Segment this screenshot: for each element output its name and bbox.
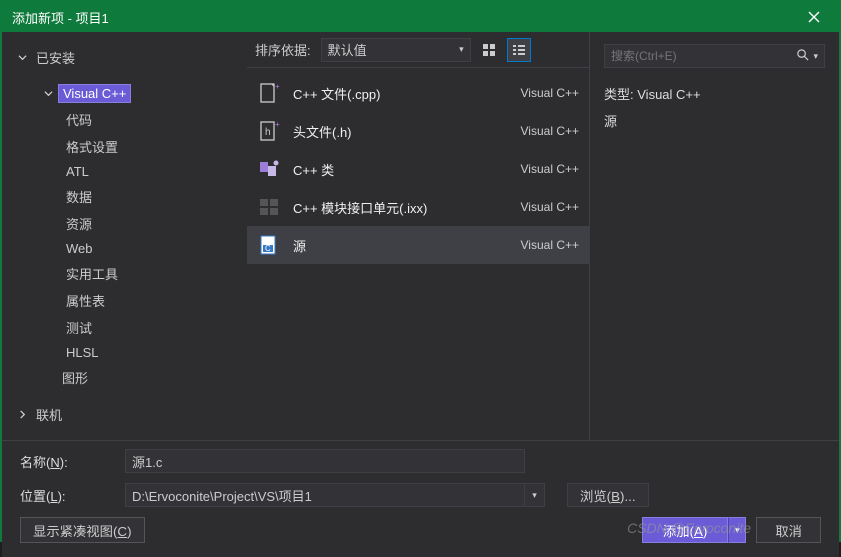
chevron-down-icon: ▾	[813, 51, 818, 62]
tree-item-2[interactable]: ATL	[14, 160, 247, 183]
tree-online[interactable]: 联机	[14, 401, 247, 428]
tree-item-3[interactable]: 数据	[14, 183, 247, 210]
sort-dropdown[interactable]: 默认值 ▾	[321, 38, 471, 62]
toolbar: 排序依据: 默认值 ▾	[247, 32, 589, 68]
bottom-form: 名称(N): 位置(L): ▾ 浏览(B)... 显示紧凑视图(C) 添加(A)…	[2, 440, 839, 557]
tree-item-5[interactable]: Web	[14, 237, 247, 260]
dialog-content: 已安装 Visual C++ 代码格式设置 ATL 数据资源 Web 实用工具属性表测试…	[2, 32, 839, 557]
template-lang: Visual C++	[499, 86, 579, 100]
chevron-down-icon: ▾	[532, 490, 537, 501]
detail-desc: 源	[604, 111, 825, 130]
tree-item-8[interactable]: 测试	[14, 314, 247, 341]
chevron-down-icon: ▾	[459, 44, 464, 55]
tree-item-0[interactable]: 代码	[14, 106, 247, 133]
view-grid-button[interactable]	[477, 38, 501, 62]
search-input[interactable]	[611, 49, 796, 63]
tree-label: 数据	[62, 186, 96, 207]
template-item-4[interactable]: C 源 Visual C++	[247, 226, 589, 264]
detail-type-value: Visual C++	[637, 87, 700, 102]
tree-label-installed: 已安装	[32, 47, 79, 68]
search-icon	[796, 48, 809, 64]
template-icon: h ++	[257, 119, 281, 143]
template-item-2[interactable]: C++ 类 Visual C++	[247, 150, 589, 188]
tree-item-7[interactable]: 属性表	[14, 287, 247, 314]
tree-label: 测试	[62, 317, 96, 338]
template-name: C++ 模块接口单元(.ixx)	[293, 198, 487, 217]
location-row: 位置(L): ▾ 浏览(B)...	[20, 483, 821, 507]
template-icon: ++	[257, 81, 281, 105]
search-box[interactable]: ▾	[604, 44, 825, 68]
watermark: CSDN @Ervoconite	[627, 520, 751, 536]
sort-label: 排序依据:	[255, 40, 311, 59]
template-icon	[257, 195, 281, 219]
template-list: ++ C++ 文件(.cpp) Visual C++ h ++ 头文件(.h) Visual…	[247, 68, 589, 440]
template-icon: C	[257, 233, 281, 257]
tree-label: ATL	[62, 163, 93, 180]
tree-label: Web	[62, 240, 97, 257]
tree-item-1[interactable]: 格式设置	[14, 133, 247, 160]
template-name: 源	[293, 236, 487, 255]
svg-text:++: ++	[275, 82, 280, 91]
template-icon	[257, 157, 281, 181]
tree-label-online: 联机	[32, 404, 66, 425]
template-lang: Visual C++	[499, 200, 579, 214]
dialog-window: 添加新项 - 项目1 已安装 Visual C++ 代码格式设置 ATL 数据资源 W…	[0, 0, 841, 542]
template-pane: 排序依据: 默认值 ▾ ++ C++ 文件(.cpp) Visual C++ h ++ 头…	[247, 32, 589, 440]
location-input[interactable]	[125, 483, 525, 507]
template-name: C++ 类	[293, 160, 487, 179]
tree-item-6[interactable]: 实用工具	[14, 260, 247, 287]
tree-item-9[interactable]: HLSL	[14, 341, 247, 364]
tree-label: 资源	[62, 213, 96, 234]
tree-label: 实用工具	[62, 263, 122, 284]
name-row: 名称(N):	[20, 449, 821, 473]
grid-icon	[482, 43, 496, 57]
template-name: C++ 文件(.cpp)	[293, 84, 487, 103]
tree-label: HLSL	[62, 344, 103, 361]
tree-label: 代码	[62, 109, 96, 130]
details-pane: ▾ 类型: Visual C++ 源	[589, 32, 839, 440]
upper-pane: 已安装 Visual C++ 代码格式设置 ATL 数据资源 Web 实用工具属性表测试…	[2, 32, 839, 440]
tree-installed[interactable]: 已安装	[14, 44, 247, 71]
location-label: 位置(L):	[20, 486, 115, 505]
list-icon	[512, 43, 526, 57]
detail-type: 类型: Visual C++	[604, 84, 825, 103]
tree-graphics[interactable]: 图形	[14, 364, 247, 391]
svg-text:++: ++	[275, 120, 280, 129]
cancel-button[interactable]: 取消	[756, 517, 821, 543]
tree-label: 属性表	[62, 290, 109, 311]
tree-label-visual-cpp: Visual C++	[58, 84, 131, 103]
category-tree: 已安装 Visual C++ 代码格式设置 ATL 数据资源 Web 实用工具属性表测试…	[2, 32, 247, 440]
name-input[interactable]	[125, 449, 525, 473]
svg-text:h: h	[265, 127, 271, 138]
browse-button[interactable]: 浏览(B)...	[567, 483, 649, 507]
sort-value: 默认值	[328, 40, 367, 59]
chevron-down-icon	[44, 86, 58, 101]
view-list-button[interactable]	[507, 38, 531, 62]
close-button[interactable]	[799, 2, 829, 32]
window-title: 添加新项 - 项目1	[12, 8, 799, 27]
template-item-1[interactable]: h ++ 头文件(.h) Visual C++	[247, 112, 589, 150]
compact-view-button[interactable]: 显示紧凑视图(C)	[20, 517, 145, 543]
template-name: 头文件(.h)	[293, 122, 487, 141]
tree-item-4[interactable]: 资源	[14, 210, 247, 237]
titlebar: 添加新项 - 项目1	[2, 2, 839, 32]
template-lang: Visual C++	[499, 238, 579, 252]
template-item-3[interactable]: C++ 模块接口单元(.ixx) Visual C++	[247, 188, 589, 226]
chevron-right-icon	[18, 407, 32, 422]
tree-label-graphics: 图形	[58, 367, 92, 388]
tree-visual-cpp[interactable]: Visual C++	[14, 81, 247, 106]
chevron-down-icon	[18, 50, 32, 65]
detail-type-label: 类型:	[604, 87, 634, 102]
template-item-0[interactable]: ++ C++ 文件(.cpp) Visual C++	[247, 74, 589, 112]
template-lang: Visual C++	[499, 162, 579, 176]
close-icon	[808, 11, 820, 23]
tree-label: 格式设置	[62, 136, 122, 157]
template-lang: Visual C++	[499, 124, 579, 138]
name-label: 名称(N):	[20, 452, 115, 471]
svg-text:C: C	[265, 244, 271, 253]
location-dropdown[interactable]: ▾	[525, 483, 545, 507]
